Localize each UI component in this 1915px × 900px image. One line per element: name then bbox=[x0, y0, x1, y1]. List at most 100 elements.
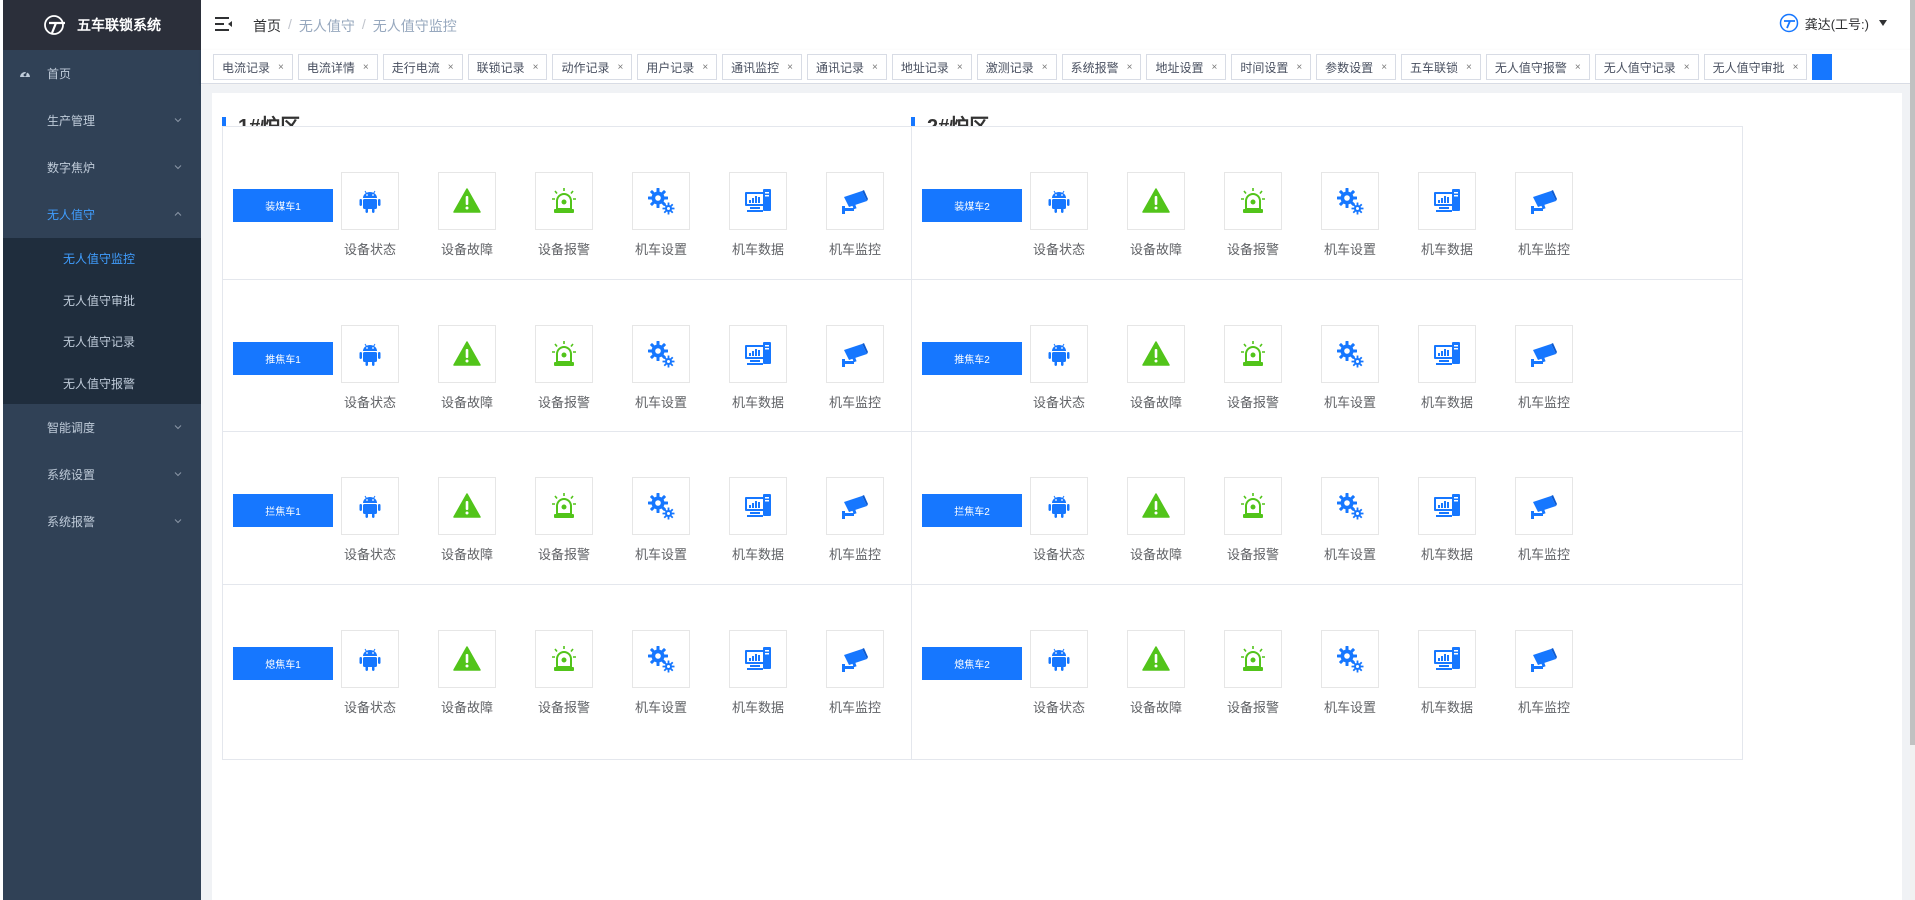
vehicle-button[interactable]: 熄焦车2 bbox=[922, 647, 1022, 680]
sidebar-subitem-alarms[interactable]: 无人值守报警 bbox=[3, 363, 201, 405]
vehicle-button[interactable]: 推焦车2 bbox=[922, 342, 1022, 375]
sidebar-item-system-alarms[interactable]: 系统报警 bbox=[3, 498, 201, 545]
function-item[interactable]: 设备故障 bbox=[427, 172, 507, 258]
function-item[interactable]: 机车设置 bbox=[1310, 477, 1390, 563]
tag-close-icon[interactable]: × bbox=[1381, 62, 1387, 73]
function-item[interactable]: 设备报警 bbox=[1213, 325, 1293, 411]
page-scrollbar[interactable] bbox=[1910, 0, 1915, 900]
tag-item[interactable]: 用户记录 × bbox=[637, 54, 718, 80]
function-item[interactable]: 机车监控 bbox=[1504, 325, 1584, 411]
function-item[interactable]: 设备故障 bbox=[1116, 477, 1196, 563]
function-item[interactable]: 机车数据 bbox=[718, 477, 798, 563]
tag-item[interactable]: 联锁记录 × bbox=[467, 54, 548, 80]
function-item[interactable]: 机车监控 bbox=[815, 325, 895, 411]
function-item[interactable]: 机车设置 bbox=[621, 477, 701, 563]
function-item[interactable]: 设备故障 bbox=[1116, 325, 1196, 411]
tag-item[interactable]: 参数设置 × bbox=[1316, 54, 1397, 80]
tag-close-icon[interactable]: × bbox=[702, 62, 708, 73]
tag-item[interactable]: 无人值守报警 × bbox=[1485, 54, 1590, 80]
function-item[interactable]: 机车设置 bbox=[1310, 172, 1390, 258]
function-item[interactable]: 设备报警 bbox=[524, 172, 604, 258]
function-item[interactable]: 设备状态 bbox=[330, 630, 410, 716]
function-item[interactable]: 机车监控 bbox=[1504, 630, 1584, 716]
function-item[interactable]: 机车设置 bbox=[1310, 325, 1390, 411]
tag-close-icon[interactable]: × bbox=[1684, 62, 1690, 73]
tag-close-icon[interactable]: × bbox=[957, 62, 963, 73]
tag-item[interactable]: 五车联锁 × bbox=[1401, 54, 1481, 80]
tag-close-icon[interactable]: × bbox=[617, 62, 623, 73]
tag-close-icon[interactable]: × bbox=[872, 62, 878, 73]
tag-close-icon[interactable]: × bbox=[1466, 62, 1472, 73]
breadcrumb-home[interactable]: 首页 bbox=[253, 16, 281, 36]
tag-item[interactable]: 走行电流 × bbox=[382, 54, 463, 80]
tag-item[interactable]: 系统报警 × bbox=[1061, 54, 1142, 80]
scrollbar-thumb[interactable] bbox=[1910, 0, 1915, 745]
function-item[interactable]: 设备故障 bbox=[1116, 172, 1196, 258]
sidebar-item-production[interactable]: 生产管理 bbox=[3, 97, 201, 144]
sidebar-subitem-monitor[interactable]: 无人值守监控 bbox=[3, 238, 201, 280]
tag-item-active[interactable] bbox=[1812, 54, 1833, 80]
tag-close-icon[interactable]: × bbox=[1127, 62, 1133, 73]
menu-fold-icon[interactable] bbox=[215, 16, 233, 32]
tag-item[interactable]: 通讯记录 × bbox=[807, 54, 887, 80]
function-item[interactable]: 设备报警 bbox=[1213, 630, 1293, 716]
function-item[interactable]: 设备报警 bbox=[524, 325, 604, 411]
function-item[interactable]: 机车设置 bbox=[621, 325, 701, 411]
function-item[interactable]: 机车数据 bbox=[718, 325, 798, 411]
tag-close-icon[interactable]: × bbox=[278, 62, 284, 73]
function-item[interactable]: 设备故障 bbox=[1116, 630, 1196, 716]
function-item[interactable]: 设备状态 bbox=[330, 172, 410, 258]
tag-close-icon[interactable]: × bbox=[787, 62, 793, 73]
function-item[interactable]: 设备状态 bbox=[1019, 630, 1099, 716]
tag-close-icon[interactable]: × bbox=[533, 62, 539, 73]
function-item[interactable]: 设备故障 bbox=[427, 477, 507, 563]
tag-item[interactable]: 无人值守审批 × bbox=[1703, 54, 1808, 80]
tag-item[interactable]: 激测记录 × bbox=[976, 54, 1057, 80]
tag-close-icon[interactable]: × bbox=[1793, 62, 1799, 73]
function-item[interactable]: 设备状态 bbox=[1019, 172, 1099, 258]
tag-close-icon[interactable]: × bbox=[1575, 62, 1581, 73]
function-item[interactable]: 机车监控 bbox=[815, 172, 895, 258]
function-item[interactable]: 设备状态 bbox=[330, 325, 410, 411]
function-item[interactable]: 设备报警 bbox=[1213, 172, 1293, 258]
tag-close-icon[interactable]: × bbox=[1211, 62, 1217, 73]
tag-item[interactable]: 无人值守记录 × bbox=[1594, 54, 1699, 80]
function-item[interactable]: 机车设置 bbox=[621, 172, 701, 258]
function-item[interactable]: 机车设置 bbox=[621, 630, 701, 716]
sidebar-item-system-settings[interactable]: 系统设置 bbox=[3, 451, 201, 498]
function-item[interactable]: 机车监控 bbox=[815, 630, 895, 716]
function-item[interactable]: 设备状态 bbox=[1019, 477, 1099, 563]
sidebar-subitem-records[interactable]: 无人值守记录 bbox=[3, 321, 201, 363]
vehicle-button[interactable]: 推焦车1 bbox=[233, 342, 333, 375]
function-item[interactable]: 机车监控 bbox=[1504, 172, 1584, 258]
vehicle-button[interactable]: 装煤车1 bbox=[233, 189, 333, 222]
tag-item[interactable]: 电流详情 × bbox=[297, 54, 378, 80]
function-item[interactable]: 设备状态 bbox=[1019, 325, 1099, 411]
breadcrumb-parent[interactable]: 无人值守 bbox=[299, 16, 355, 36]
sidebar-item-dispatch[interactable]: 智能调度 bbox=[3, 404, 201, 451]
tag-item[interactable]: 地址设置 × bbox=[1146, 54, 1227, 80]
tag-close-icon[interactable]: × bbox=[1296, 62, 1302, 73]
function-item[interactable]: 机车数据 bbox=[1407, 630, 1487, 716]
function-item[interactable]: 机车数据 bbox=[718, 630, 798, 716]
function-item[interactable]: 机车监控 bbox=[1504, 477, 1584, 563]
tag-item[interactable]: 电流记录 × bbox=[213, 54, 293, 80]
function-item[interactable]: 设备报警 bbox=[524, 630, 604, 716]
function-item[interactable]: 机车数据 bbox=[1407, 477, 1487, 563]
vehicle-button[interactable]: 熄焦车1 bbox=[233, 647, 333, 680]
sidebar-item-digital-oven[interactable]: 数字焦炉 bbox=[3, 144, 201, 191]
function-item[interactable]: 设备报警 bbox=[524, 477, 604, 563]
function-item[interactable]: 机车数据 bbox=[1407, 325, 1487, 411]
vehicle-button[interactable]: 装煤车2 bbox=[922, 189, 1022, 222]
vehicle-button[interactable]: 拦焦车1 bbox=[233, 494, 333, 527]
tag-close-icon[interactable]: × bbox=[363, 62, 369, 73]
function-item[interactable]: 设备故障 bbox=[427, 630, 507, 716]
function-item[interactable]: 设备报警 bbox=[1213, 477, 1293, 563]
tag-item[interactable]: 时间设置 × bbox=[1231, 54, 1312, 80]
sidebar-item-home[interactable]: 首页 bbox=[3, 50, 201, 97]
function-item[interactable]: 机车监控 bbox=[815, 477, 895, 563]
user-dropdown[interactable]: 龚达(工号:) bbox=[1779, 13, 1887, 33]
sidebar-item-unattended[interactable]: 无人值守 bbox=[3, 191, 201, 238]
sidebar-subitem-approval[interactable]: 无人值守审批 bbox=[3, 280, 201, 322]
tag-item[interactable]: 地址记录 × bbox=[891, 54, 972, 80]
